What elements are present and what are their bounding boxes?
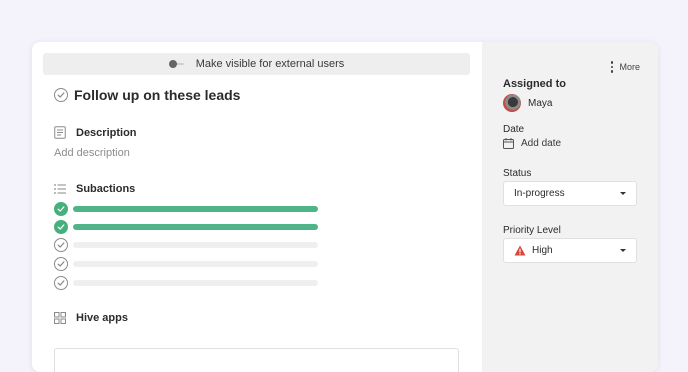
task-sidebar: More Assigned to Maya Date Add date Stat… (482, 42, 658, 372)
visibility-toggle[interactable] (168, 60, 184, 68)
task-title[interactable]: Follow up on these leads (74, 87, 240, 103)
warning-icon (514, 245, 526, 256)
more-menu-button[interactable]: More (610, 60, 640, 74)
task-complete-checkbox[interactable] (54, 88, 68, 102)
assigned-to-label: Assigned to (503, 78, 566, 90)
hive-apps-heading: Hive apps (76, 312, 128, 324)
assignee-chip[interactable]: Maya (503, 94, 552, 112)
apps-grid-icon (54, 312, 66, 324)
subaction-bar-pending (73, 242, 318, 248)
check-icon (57, 92, 65, 98)
subaction-checkbox[interactable] (54, 257, 68, 271)
check-icon (57, 206, 65, 212)
subaction-bar-pending (73, 261, 318, 267)
check-icon (57, 280, 65, 286)
assignee-name: Maya (528, 97, 553, 109)
task-title-row: Follow up on these leads (54, 87, 240, 103)
comment-input[interactable] (54, 348, 459, 372)
priority-select[interactable]: High (503, 238, 637, 263)
more-label: More (619, 61, 640, 72)
status-select[interactable]: In-progress (503, 181, 637, 206)
subaction-checkbox[interactable] (54, 276, 68, 290)
date-picker[interactable]: Add date (503, 138, 561, 149)
status-value: In-progress (514, 188, 565, 199)
status-label: Status (503, 168, 532, 179)
description-heading: Description (76, 126, 137, 139)
subaction-row[interactable] (54, 276, 318, 290)
subactions-heading: Subactions (76, 183, 136, 195)
description-input[interactable]: Add description (54, 147, 130, 159)
date-value: Add date (521, 138, 562, 149)
subaction-row[interactable] (54, 220, 318, 234)
external-visibility-toggle-row[interactable]: Make visible for external users (43, 53, 470, 75)
subaction-row[interactable] (54, 257, 318, 271)
chevron-down-icon (620, 249, 626, 252)
priority-label: Priority Level (503, 225, 561, 236)
check-icon (57, 242, 65, 248)
more-vertical-icon (610, 60, 614, 74)
check-icon (57, 261, 65, 267)
visibility-label: Make visible for external users (195, 58, 345, 70)
priority-value: High (532, 245, 553, 256)
subactions-section-header: Subactions (54, 183, 135, 195)
subaction-checkbox[interactable] (54, 220, 68, 234)
calendar-icon (503, 138, 514, 149)
subaction-row[interactable] (54, 238, 318, 252)
task-detail-card: Make visible for external users Follow u… (32, 42, 658, 372)
description-section-header: Description (54, 126, 137, 139)
subaction-bar-completed (73, 206, 318, 212)
hive-apps-section-header: Hive apps (54, 312, 128, 324)
subaction-bar-pending (73, 280, 318, 286)
date-label: Date (503, 124, 525, 135)
check-icon (57, 224, 65, 230)
subaction-row[interactable] (54, 202, 318, 216)
list-icon (54, 184, 66, 194)
avatar (503, 94, 521, 112)
document-icon (54, 126, 66, 139)
subaction-checkbox[interactable] (54, 238, 68, 252)
subaction-bar-completed (73, 224, 318, 230)
chevron-down-icon (620, 192, 626, 195)
subaction-checkbox[interactable] (54, 202, 68, 216)
